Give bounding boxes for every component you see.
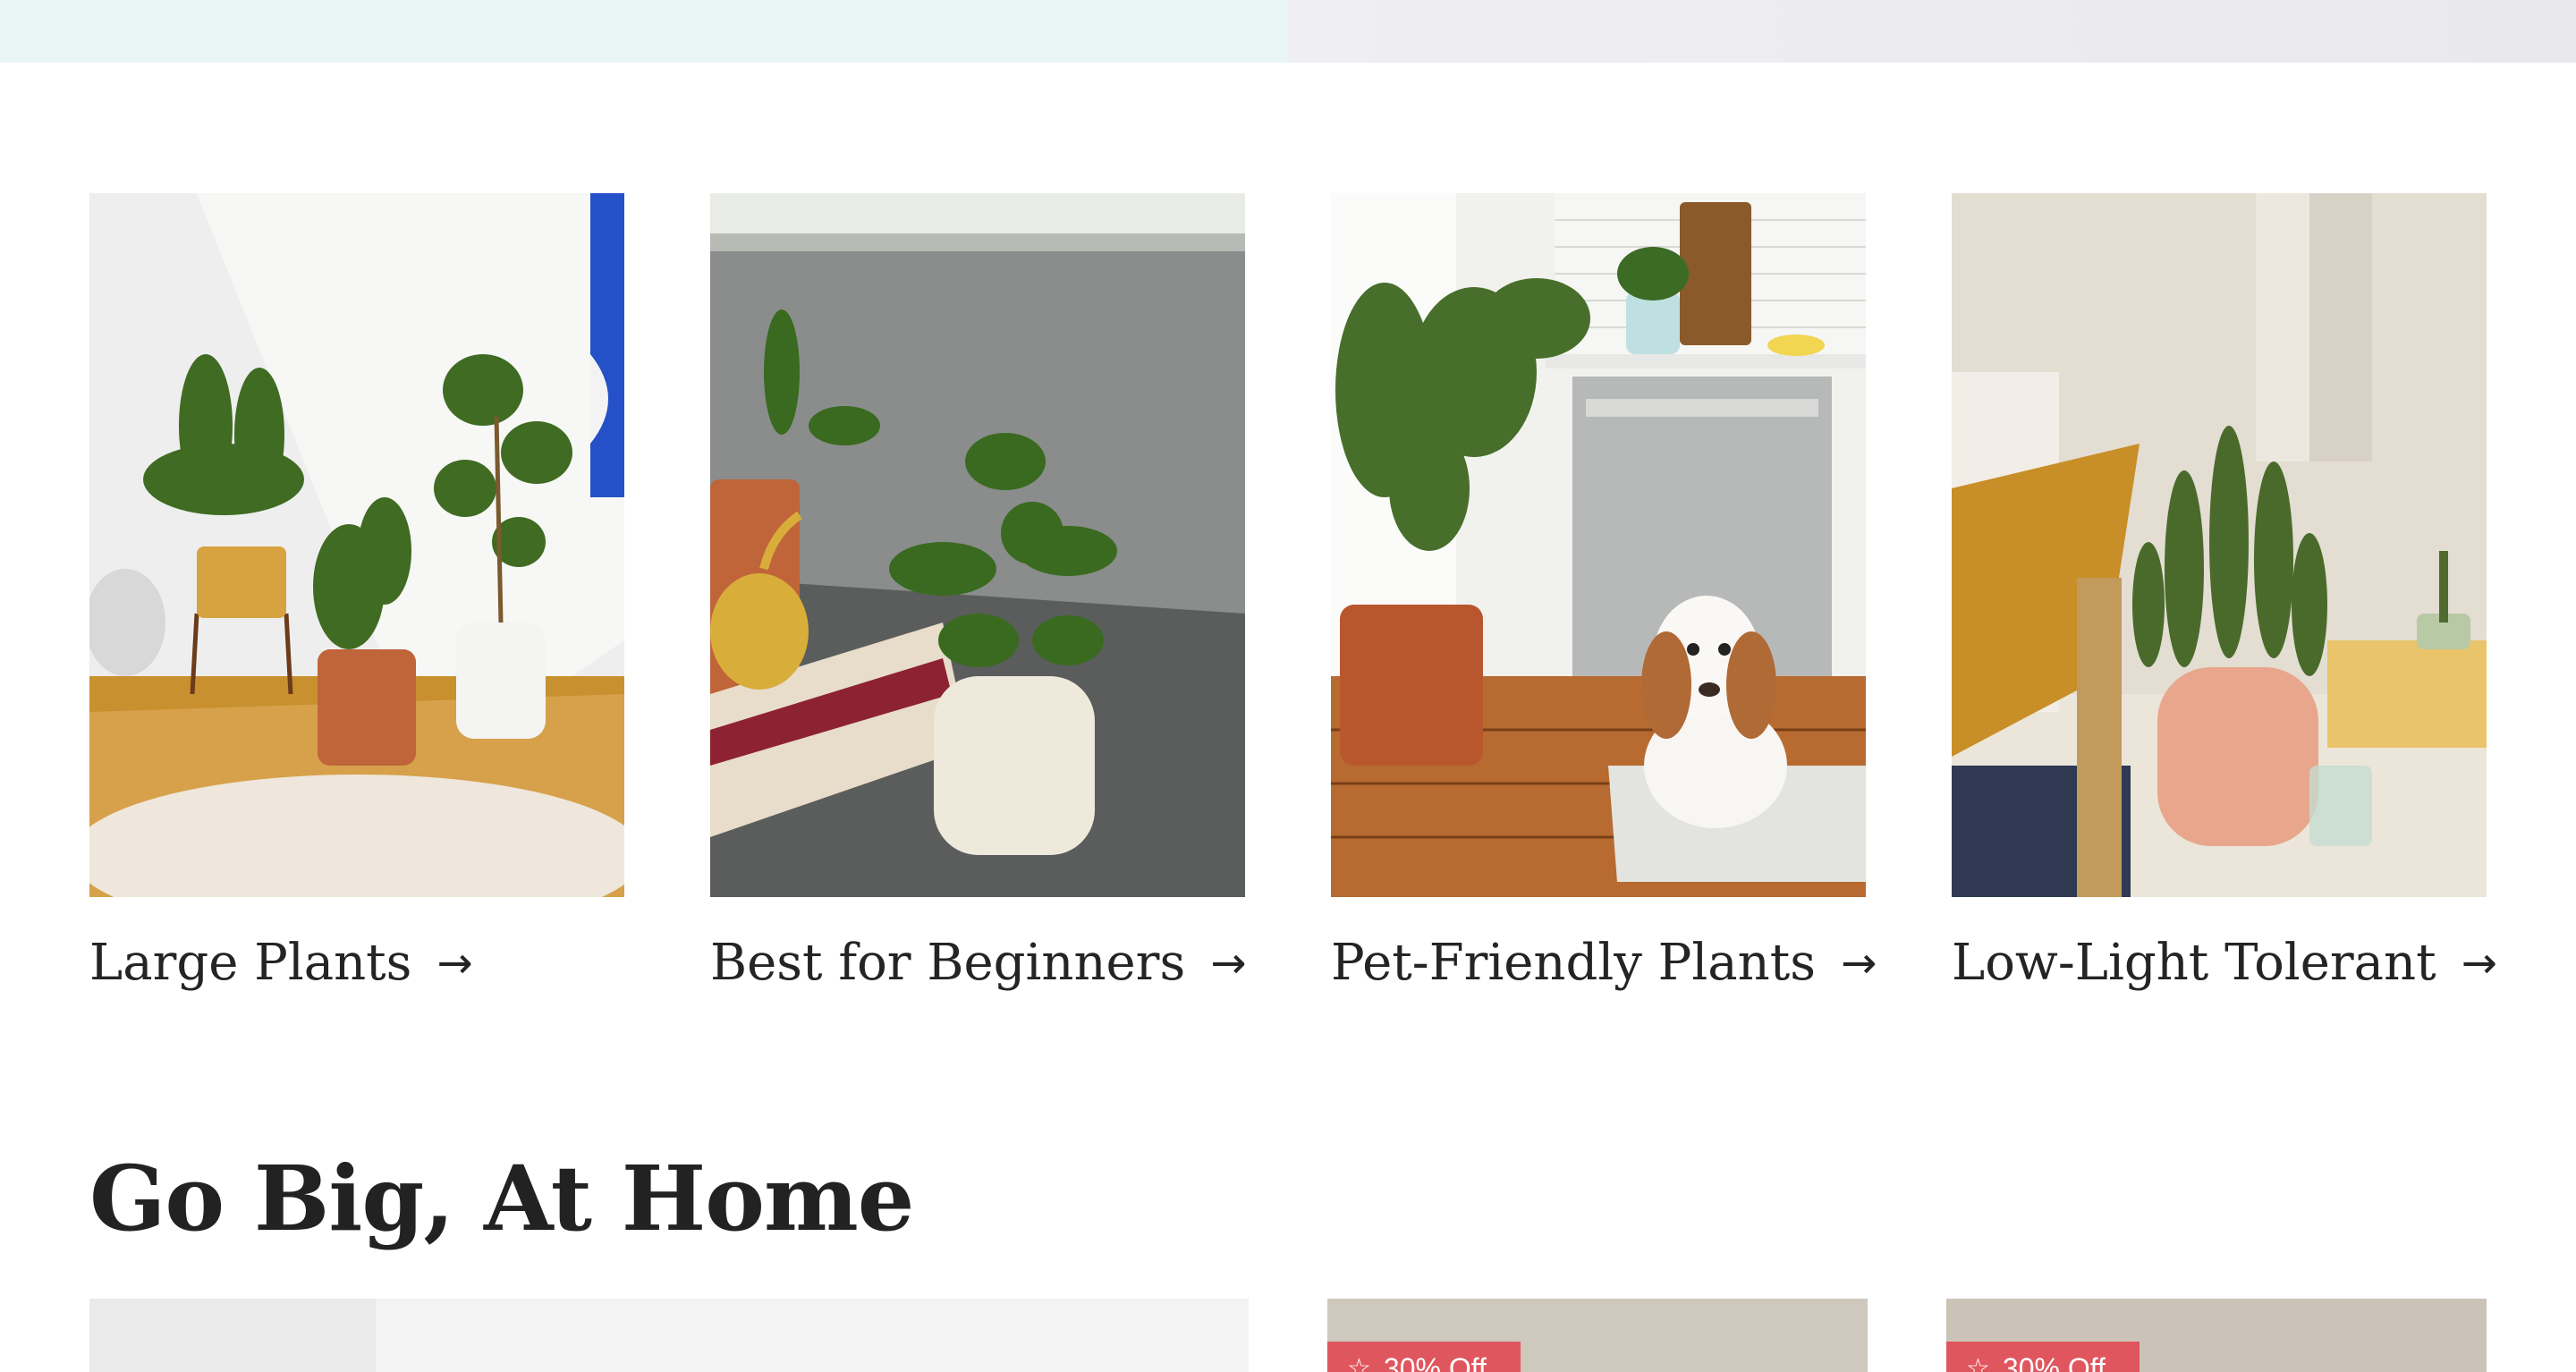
- category-label: Large Plants: [89, 934, 412, 992]
- category-cards: Large Plants → Best for Beginners → Pet-…: [89, 193, 2497, 998]
- arrow-right-icon: →: [1840, 938, 1877, 988]
- star-icon: ☆: [1966, 1353, 1990, 1372]
- pet-friendly-plants-image[interactable]: [1331, 193, 1866, 897]
- category-card-large-plants[interactable]: Large Plants →: [89, 193, 624, 997]
- discount-badge-label: 30% Off: [1383, 1351, 1487, 1372]
- category-link-large-plants[interactable]: Large Plants →: [89, 929, 624, 997]
- arrow-right-icon: →: [1210, 938, 1247, 988]
- category-link-pet-friendly-plants[interactable]: Pet-Friendly Plants →: [1331, 929, 1877, 997]
- low-light-tolerant-image[interactable]: [1952, 193, 2487, 897]
- product-row: ☆ 30% Off ☆ 30% Off: [0, 1299, 2576, 1372]
- section-title: Go Big, At Home: [89, 1146, 914, 1251]
- category-link-low-light-tolerant[interactable]: Low-Light Tolerant →: [1952, 929, 2497, 997]
- banner-left-panel: [0, 0, 1288, 63]
- product-card[interactable]: ☆ 30% Off: [1946, 1299, 2487, 1372]
- discount-badge: ☆ 30% Off: [1327, 1342, 1521, 1372]
- large-plants-image[interactable]: [89, 193, 624, 897]
- top-banner: [0, 0, 2576, 63]
- product-card[interactable]: ☆ 30% Off: [1327, 1299, 1868, 1372]
- discount-badge-label: 30% Off: [2002, 1351, 2106, 1372]
- category-card-low-light-tolerant[interactable]: Low-Light Tolerant →: [1952, 193, 2497, 997]
- category-label: Pet-Friendly Plants: [1331, 934, 1816, 992]
- category-label: Low-Light Tolerant: [1952, 934, 2436, 992]
- arrow-right-icon: →: [2461, 938, 2497, 988]
- category-card-pet-friendly-plants[interactable]: Pet-Friendly Plants →: [1331, 193, 1877, 997]
- discount-badge: ☆ 30% Off: [1946, 1342, 2140, 1372]
- banner-right-panel: [1288, 0, 2576, 63]
- best-for-beginners-image[interactable]: [710, 193, 1245, 897]
- product-card-hero[interactable]: [89, 1299, 1249, 1372]
- arrow-right-icon: →: [436, 938, 473, 988]
- category-label: Best for Beginners: [710, 934, 1186, 992]
- star-icon: ☆: [1347, 1353, 1371, 1372]
- category-link-best-for-beginners[interactable]: Best for Beginners →: [710, 929, 1247, 997]
- category-card-best-for-beginners[interactable]: Best for Beginners →: [710, 193, 1247, 997]
